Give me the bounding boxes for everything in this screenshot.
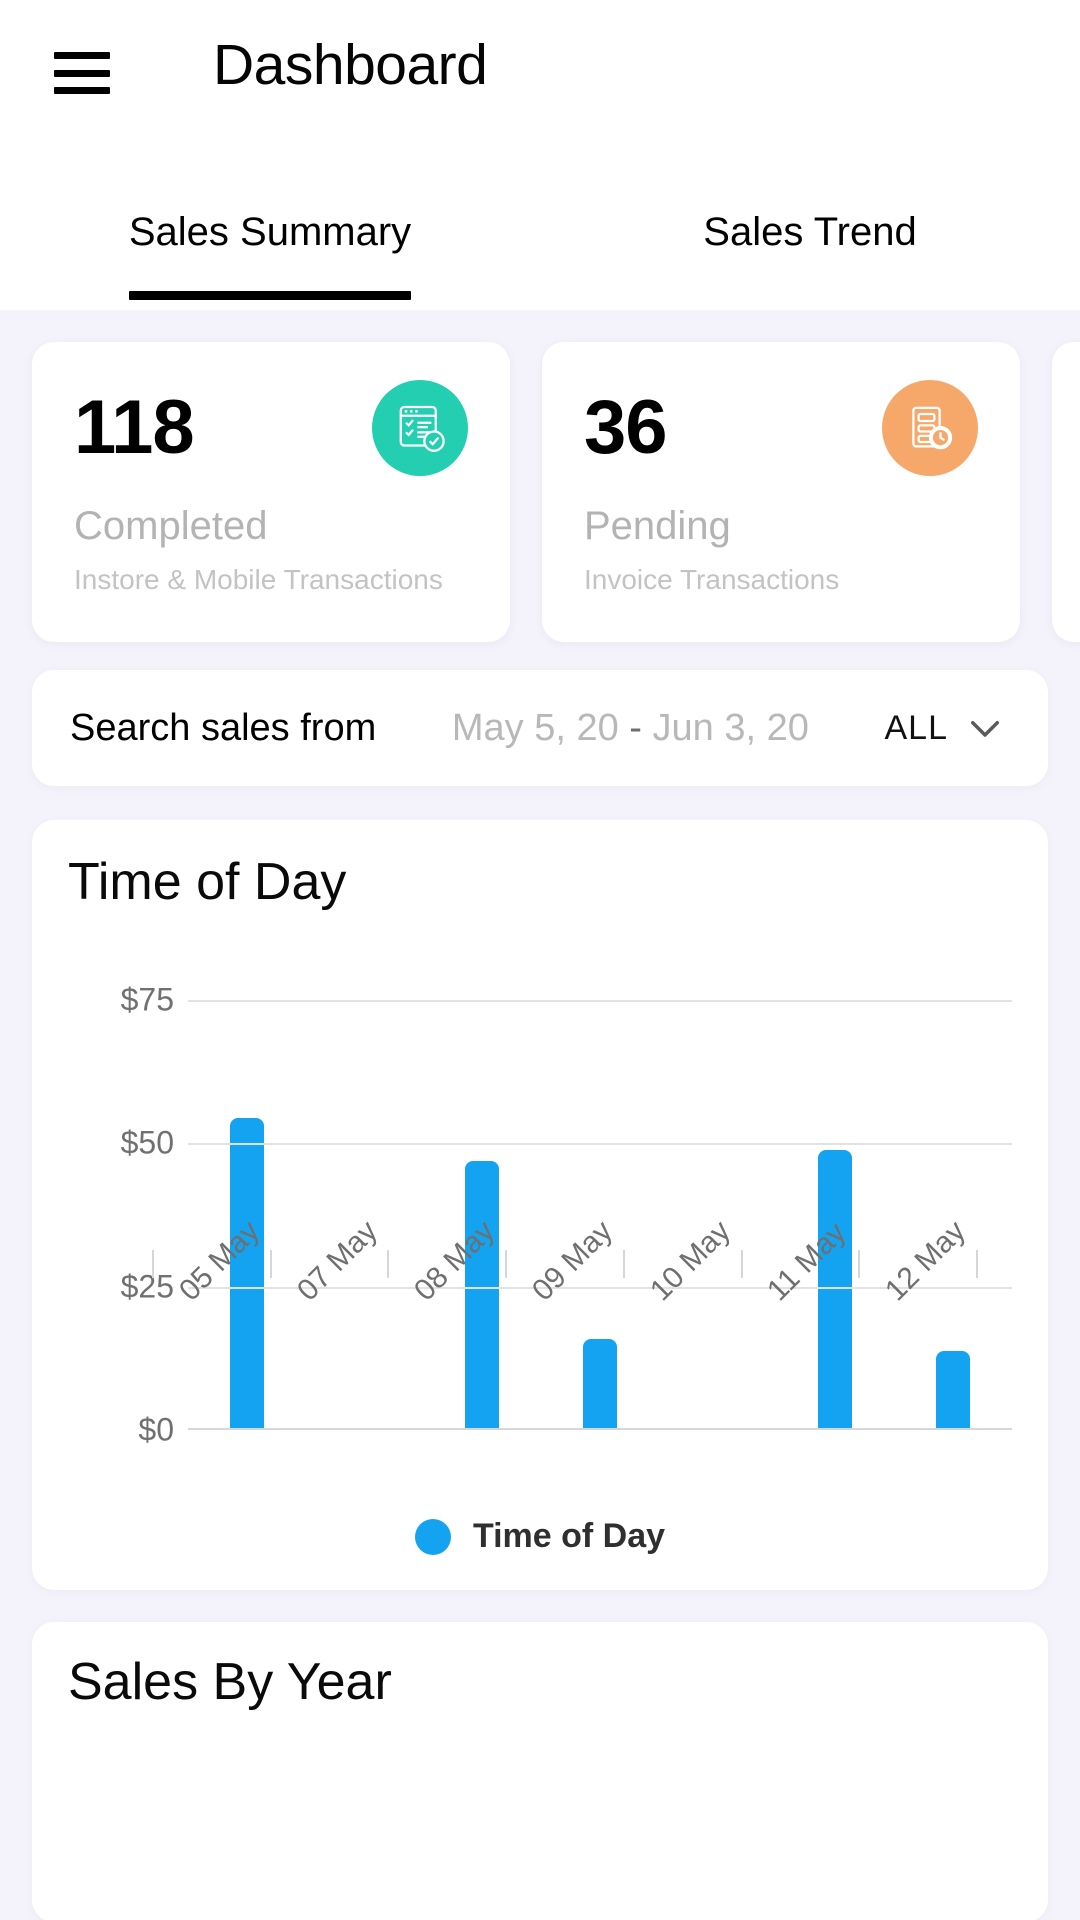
x-axis-labels: 05 May 07 May 08 May 09 May 10 May 11 May 12 M… bbox=[152, 1214, 1048, 1418]
x-axis-tickmark bbox=[269, 1250, 272, 1278]
stat-card-pending[interactable]: 36 Pending Invoice Transactions bbox=[542, 342, 1020, 642]
gridline bbox=[188, 1000, 1012, 1002]
date-range-separator: - bbox=[629, 706, 642, 749]
x-axis-tickmark bbox=[152, 1250, 154, 1278]
x-axis-tickmark bbox=[976, 1250, 978, 1278]
page-title: Dashboard bbox=[213, 33, 488, 97]
tab-active-indicator bbox=[129, 291, 411, 300]
filter-dropdown[interactable]: ALL bbox=[885, 707, 1007, 749]
gridline bbox=[188, 1143, 1012, 1146]
search-sales-bar[interactable]: Search sales from May 5, 20 - Jun 3, 20 … bbox=[32, 670, 1048, 786]
sales-by-year-title: Sales By Year bbox=[68, 1653, 392, 1711]
stat-title: Pending bbox=[584, 504, 731, 548]
tab-bar: Sales Summary Sales Trend bbox=[0, 190, 1080, 310]
search-label: Search sales from bbox=[70, 706, 377, 749]
tab-sales-trend-label: Sales Trend bbox=[703, 210, 917, 254]
y-axis-tick-label: $75 bbox=[120, 981, 174, 1018]
chart-legend: Time of Day bbox=[32, 1517, 1048, 1556]
y-axis-tick-label: $50 bbox=[120, 1124, 174, 1161]
stat-value: 36 bbox=[584, 385, 668, 470]
date-range-start: May 5, 20 bbox=[451, 706, 619, 749]
stat-cards-row[interactable]: 118 Completed Instore & Mobile Transacti… bbox=[0, 342, 1080, 642]
dashboard-screen: Dashboard Sales Summary Sales Trend 118 bbox=[0, 0, 1080, 1920]
tab-sales-summary-label: Sales Summary bbox=[128, 210, 412, 254]
filter-selected-value: ALL bbox=[884, 708, 948, 747]
app-bar: Dashboard Sales Summary Sales Trend bbox=[0, 0, 1080, 310]
dashboard-body: 118 Completed Instore & Mobile Transacti… bbox=[0, 310, 1080, 1920]
tab-sales-trend[interactable]: Sales Trend bbox=[540, 190, 1080, 310]
date-range-end: Jun 3, 20 bbox=[652, 706, 809, 749]
legend-color-dot bbox=[414, 1518, 451, 1555]
stat-title: Completed bbox=[74, 504, 268, 548]
checklist-document-icon bbox=[372, 380, 468, 476]
hamburger-menu-icon[interactable] bbox=[54, 52, 110, 94]
chart-title: Time of Day bbox=[68, 853, 347, 911]
legend-label: Time of Day bbox=[472, 1517, 666, 1555]
time-of-day-chart-card: Time of Day $75 $50 $25 $0 05 May 07 May 08 M… bbox=[32, 820, 1048, 1590]
x-axis-tickmark bbox=[505, 1250, 508, 1278]
x-axis-line bbox=[188, 1428, 1012, 1430]
stat-subtitle: Invoice Transactions bbox=[584, 564, 840, 595]
stat-subtitle: Instore & Mobile Transactions bbox=[74, 564, 443, 595]
tab-sales-summary[interactable]: Sales Summary bbox=[0, 190, 540, 310]
x-axis-tickmark bbox=[858, 1250, 861, 1278]
sales-by-year-card: Sales By Year bbox=[32, 1622, 1048, 1920]
chevron-down-icon[interactable] bbox=[964, 707, 1006, 749]
x-axis-tickmark bbox=[622, 1250, 625, 1278]
stat-card-next-partial[interactable] bbox=[1052, 342, 1080, 642]
x-axis-tickmark bbox=[387, 1250, 390, 1278]
x-axis-tickmark bbox=[740, 1250, 743, 1278]
stat-value: 118 bbox=[74, 385, 195, 470]
stat-card-completed[interactable]: 118 Completed Instore & Mobile Transacti… bbox=[32, 342, 510, 642]
invoice-clock-icon bbox=[882, 380, 978, 476]
date-range-display[interactable]: May 5, 20 - Jun 3, 20 bbox=[386, 707, 874, 750]
